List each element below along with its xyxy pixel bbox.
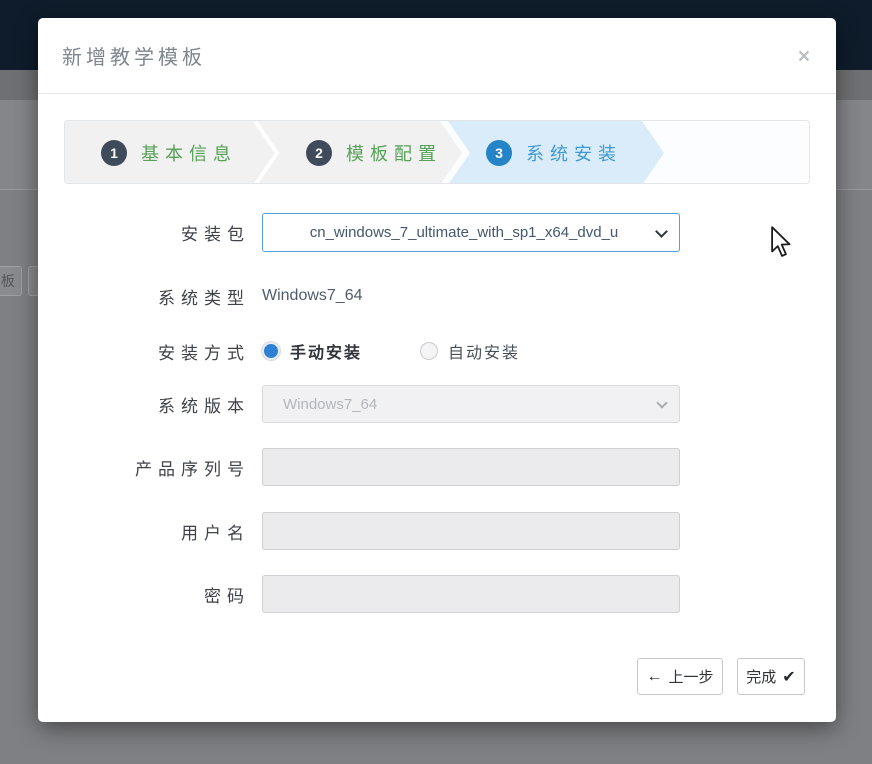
row-install-package: 安装包 cn_windows_7_ultimate_with_sp1_x64_d… — [38, 213, 836, 252]
dialog-header: 新增教学模板 — [38, 18, 836, 94]
finish-button[interactable]: 完成 ✔ — [737, 658, 805, 695]
serial-number-label: 产品序列号 — [38, 448, 250, 486]
wizard-steps-bar: 1 基本信息 2 模板配置 3 系统安装 — [64, 120, 810, 184]
previous-step-label: 上一步 — [668, 666, 713, 687]
check-icon: ✔ — [782, 667, 795, 687]
step-number-badge: 1 — [101, 140, 127, 166]
dialog-title: 新增教学模板 — [62, 41, 206, 70]
chevron-down-icon — [656, 397, 667, 408]
row-password: 密码 — [38, 575, 836, 613]
radio-label: 自动安装 — [448, 339, 520, 363]
username-label: 用户名 — [38, 512, 250, 550]
install-method-label: 安装方式 — [38, 333, 250, 369]
password-input — [262, 575, 680, 613]
radio-manual-install[interactable]: 手动安装 — [262, 339, 362, 363]
install-package-label: 安装包 — [38, 213, 250, 252]
arrow-left-icon: ← — [646, 668, 662, 686]
wizard-step-system-install[interactable]: 3 系统安装 — [486, 121, 622, 184]
system-version-value: Windows7_64 — [283, 396, 377, 413]
step-label: 模板配置 — [346, 140, 442, 166]
install-package-value: cn_windows_7_ultimate_with_sp1_x64_dvd_u — [283, 224, 645, 241]
password-label: 密码 — [38, 575, 250, 613]
system-version-label: 系统版本 — [38, 385, 250, 423]
radio-button-icon — [262, 342, 280, 360]
serial-number-input — [262, 448, 680, 486]
background-tab-partial: 板 — [0, 266, 22, 296]
step-number-badge: 3 — [486, 140, 512, 166]
radio-button-icon — [420, 342, 438, 360]
install-package-select[interactable]: cn_windows_7_ultimate_with_sp1_x64_dvd_u — [262, 213, 680, 252]
page: 板 新增教学模板 × 1 基本信息 2 模板配置 3 — [0, 0, 872, 764]
system-type-value: Windows7_64 — [262, 278, 680, 314]
step-number-badge: 2 — [306, 140, 332, 166]
username-input — [262, 512, 680, 550]
system-type-label: 系统类型 — [38, 278, 250, 314]
wizard-step-template-config[interactable]: 2 模板配置 — [306, 121, 442, 184]
step-label: 系统安装 — [526, 140, 622, 166]
radio-label: 手动安装 — [290, 339, 362, 363]
row-serial-number: 产品序列号 — [38, 448, 836, 486]
finish-label: 完成 — [746, 666, 776, 687]
system-version-select-disabled: Windows7_64 — [262, 385, 680, 423]
add-teaching-template-dialog: 新增教学模板 × 1 基本信息 2 模板配置 3 系统安装 — [38, 18, 836, 722]
chevron-down-icon — [655, 225, 668, 238]
row-system-type: 系统类型 Windows7_64 — [38, 278, 836, 314]
close-icon[interactable]: × — [792, 46, 816, 70]
radio-auto-install[interactable]: 自动安装 — [420, 339, 520, 363]
row-username: 用户名 — [38, 512, 836, 550]
install-method-radio-group: 手动安装 自动安装 — [262, 333, 680, 369]
step-label: 基本信息 — [141, 140, 237, 166]
previous-step-button[interactable]: ← 上一步 — [637, 658, 723, 695]
row-system-version: 系统版本 Windows7_64 — [38, 385, 836, 423]
row-install-method: 安装方式 手动安装 自动安装 — [38, 333, 836, 369]
wizard-step-basic-info[interactable]: 1 基本信息 — [101, 121, 237, 184]
